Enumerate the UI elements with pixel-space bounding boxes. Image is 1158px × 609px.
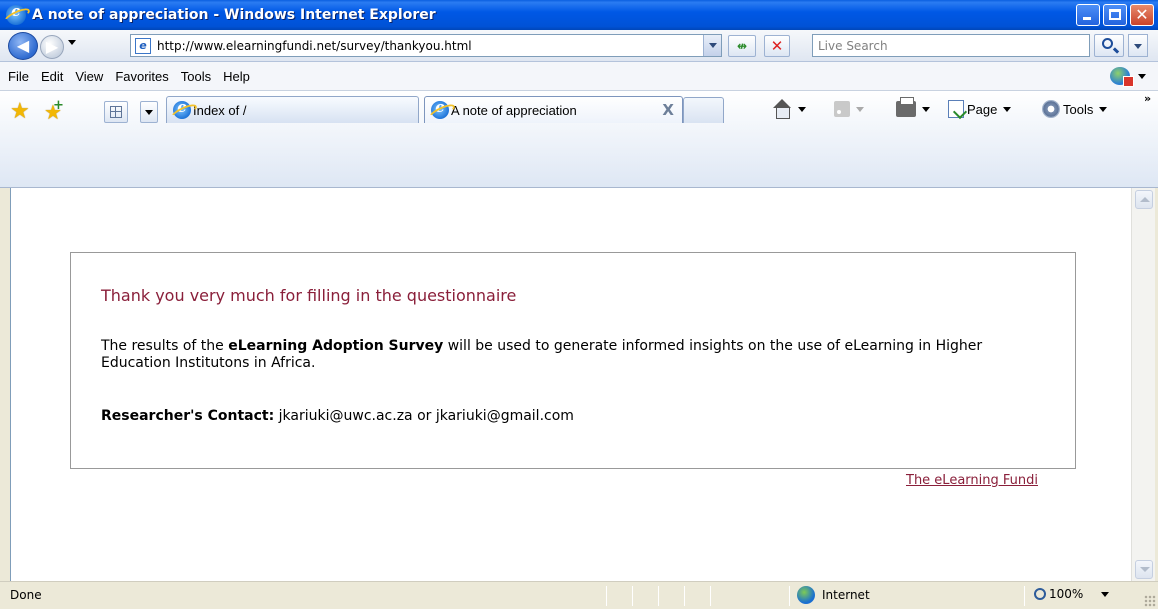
address-dropdown-button[interactable]	[703, 35, 721, 56]
search-icon	[1102, 38, 1113, 49]
survey-name: eLearning Adoption Survey	[228, 338, 444, 354]
status-divider	[789, 586, 790, 606]
tab-toolbar: ★ ★ Index of / A note of appreciation X …	[0, 91, 1158, 188]
internet-zone-globe-icon	[797, 586, 815, 604]
status-bar: Done Internet 100%	[0, 581, 1158, 609]
quick-tabs-button[interactable]	[104, 101, 128, 123]
recent-pages-dropdown[interactable]	[68, 40, 76, 45]
zoom-control[interactable]: 100%	[1034, 587, 1110, 601]
menu-edit[interactable]: Edit	[41, 69, 63, 84]
url-text[interactable]: http://www.elearningfundi.net/survey/tha…	[157, 39, 472, 53]
tab-label: Index of /	[193, 102, 247, 118]
new-tab-button[interactable]	[683, 97, 724, 123]
print-dropdown-icon[interactable]	[922, 106, 930, 112]
page-icon	[948, 100, 964, 118]
scroll-down-button[interactable]	[1135, 560, 1153, 579]
thanks-panel: Thank you very much for filling in the q…	[70, 252, 1076, 469]
tab-label: A note of appreciation	[451, 102, 577, 118]
tools-menu-label: Tools	[1063, 101, 1094, 117]
status-divider	[710, 586, 711, 606]
menu-file[interactable]: File	[8, 69, 29, 84]
window-title: A note of appreciation - Windows Interne…	[32, 7, 436, 23]
search-button[interactable]	[1094, 34, 1124, 57]
feeds-button[interactable]	[834, 97, 864, 121]
search-field[interactable]	[812, 34, 1090, 57]
thanks-heading: Thank you very much for filling in the q…	[101, 286, 517, 305]
zoom-level: 100%	[1049, 587, 1084, 601]
tools-dropdown-icon	[1099, 106, 1108, 112]
tab-appreciation[interactable]: A note of appreciation X	[424, 96, 683, 123]
survey-description: The results of the eLearning Adoption Su…	[101, 338, 1041, 372]
zoom-dropdown-icon[interactable]	[1101, 591, 1110, 597]
elearning-fundi-link[interactable]: The eLearning Fundi	[906, 473, 1038, 488]
stop-button[interactable]: ✕	[764, 35, 790, 57]
contact-emails: jkariuki@uwc.ac.za or jkariuki@gmail.com	[274, 408, 574, 424]
gear-icon	[1042, 100, 1060, 118]
zoom-icon	[1034, 588, 1046, 600]
home-dropdown-icon[interactable]	[798, 106, 806, 112]
ie-page-icon: e	[135, 37, 151, 54]
printer-icon	[896, 97, 916, 117]
feeds-icon	[834, 101, 850, 117]
page-dropdown-icon	[1003, 106, 1012, 112]
windows-live-toolbar-icon[interactable]	[1110, 67, 1134, 87]
status-divider	[606, 586, 607, 606]
forward-button[interactable]: ▶	[40, 35, 64, 59]
stop-icon: ✕	[770, 37, 784, 55]
refresh-button[interactable]: ↮	[728, 35, 756, 57]
more-commands-icon[interactable]: »	[1144, 92, 1151, 105]
search-options-dropdown[interactable]	[1128, 34, 1148, 57]
tab-index-of[interactable]: Index of /	[166, 96, 419, 123]
status-text: Done	[10, 588, 42, 602]
back-button[interactable]: ◀	[8, 32, 38, 60]
ie-tab-icon	[431, 98, 449, 119]
page-menu-label: Page	[967, 101, 998, 117]
menu-view[interactable]: View	[75, 69, 103, 84]
menu-help[interactable]: Help	[223, 69, 250, 84]
status-divider	[684, 586, 685, 606]
feeds-dropdown-icon[interactable]	[856, 106, 864, 112]
tools-menu-button[interactable]: Tools	[1042, 97, 1108, 121]
menu-favorites[interactable]: Favorites	[115, 69, 168, 84]
status-divider	[632, 586, 633, 606]
resize-grip-icon[interactable]	[1144, 595, 1156, 607]
refresh-icon: ↮	[736, 39, 748, 53]
address-field[interactable]: e http://www.elearningfundi.net/survey/t…	[130, 34, 722, 57]
vertical-scrollbar[interactable]	[1131, 188, 1155, 581]
forward-arrow-icon: ▶	[45, 37, 59, 56]
maximize-button[interactable]	[1103, 4, 1127, 26]
address-toolbar: ◀ ▶ e http://www.elearningfundi.net/surv…	[0, 30, 1158, 62]
tab-close-icon[interactable]: X	[662, 101, 674, 119]
toolbar-dropdown[interactable]	[1138, 73, 1146, 79]
status-divider	[658, 586, 659, 606]
close-button[interactable]: ✕	[1130, 4, 1154, 26]
quick-tabs-icon	[110, 106, 122, 118]
tab-list-dropdown[interactable]	[140, 101, 158, 123]
page-menu-button[interactable]: Page	[948, 97, 1012, 121]
security-zone[interactable]: Internet	[797, 586, 870, 604]
menu-bar: File Edit View Favorites Tools Help	[0, 62, 1158, 91]
status-divider	[1024, 586, 1025, 606]
menu-tools[interactable]: Tools	[181, 69, 211, 84]
ie-logo-icon	[6, 2, 26, 25]
print-button[interactable]	[896, 97, 930, 121]
researcher-contact: Researcher's Contact: jkariuki@uwc.ac.za…	[101, 408, 574, 424]
home-button[interactable]	[772, 97, 806, 121]
scroll-up-button[interactable]	[1135, 190, 1153, 209]
para-intro: The results of the	[101, 338, 229, 354]
search-input[interactable]	[813, 35, 1089, 56]
close-icon: ✕	[1135, 5, 1149, 24]
favorites-center-icon[interactable]: ★	[10, 101, 32, 123]
ie-tab-icon	[173, 98, 191, 119]
home-icon	[772, 99, 792, 119]
back-arrow-icon: ◀	[16, 36, 30, 55]
contact-label: Researcher's Contact:	[101, 408, 275, 424]
window-titlebar[interactable]: A note of appreciation - Windows Interne…	[0, 0, 1158, 30]
minimize-button[interactable]	[1076, 4, 1100, 26]
add-favorites-icon[interactable]: ★	[44, 95, 66, 123]
zone-label: Internet	[822, 588, 870, 602]
